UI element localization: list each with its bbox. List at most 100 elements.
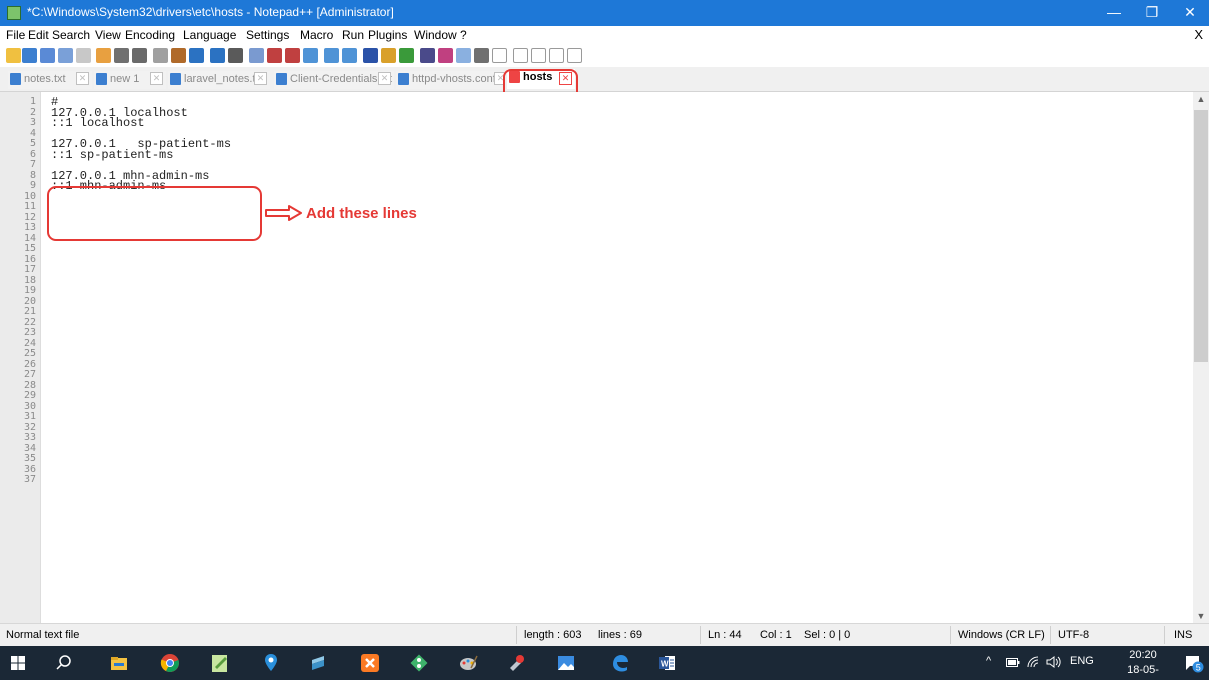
maps-icon[interactable]	[260, 652, 282, 674]
file-icon	[276, 73, 287, 85]
open-file-icon[interactable]	[22, 48, 37, 63]
tab-notes-txt[interactable]: notes.txt ✕	[8, 71, 92, 89]
clock-date: 18-05-2020	[1127, 664, 1159, 691]
file-icon	[10, 73, 21, 85]
status-file-type: Normal text file	[6, 629, 80, 641]
line-number: 34	[23, 442, 36, 454]
chrome-icon[interactable]	[159, 652, 181, 674]
tool-icon[interactable]	[506, 652, 528, 674]
battery-icon[interactable]	[1006, 657, 1020, 668]
doc-map-icon[interactable]	[420, 48, 435, 63]
notification-count: 5	[1196, 663, 1201, 673]
tab-close-icon[interactable]: ✕	[254, 72, 267, 85]
clock[interactable]: 20:20 18-05-2020	[1117, 648, 1169, 693]
tab-httpd-vhosts[interactable]: httpd-vhosts.conf ✕	[396, 71, 504, 89]
tab-bar: notes.txt ✕ new 1 ✕ laravel_notes.txt ✕ …	[0, 67, 1209, 92]
folder-workspace-icon[interactable]	[456, 48, 471, 63]
menu-language[interactable]: Language	[183, 28, 236, 42]
line-number: 19	[23, 285, 36, 296]
line-number: 17	[23, 264, 36, 275]
zoom-out-icon[interactable]	[285, 48, 300, 63]
vertical-scrollbar[interactable]: ▲ ▼	[1193, 92, 1209, 623]
tab-close-icon[interactable]: ✕	[76, 72, 89, 85]
edge-icon[interactable]	[609, 652, 631, 674]
photos-icon[interactable]	[555, 652, 577, 674]
windows-start-icon[interactable]	[7, 652, 29, 674]
menu-view[interactable]: View	[95, 28, 121, 42]
code-line[interactable]: ::1 sp-patient-ms	[51, 148, 173, 162]
run-macro-multi-icon[interactable]	[549, 48, 564, 63]
sync-h-icon[interactable]	[324, 48, 339, 63]
menu-search[interactable]: Search	[52, 28, 90, 42]
menu-macro[interactable]: Macro	[300, 28, 333, 42]
zoom-in-icon[interactable]	[267, 48, 282, 63]
menu-run[interactable]: Run	[342, 28, 364, 42]
record-macro-icon[interactable]	[492, 48, 507, 63]
word-wrap-icon[interactable]	[342, 48, 357, 63]
maximize-button[interactable]: ❐	[1133, 0, 1171, 26]
stop-macro-icon[interactable]	[513, 48, 528, 63]
print-icon[interactable]	[114, 48, 129, 63]
menu-file[interactable]: File	[6, 28, 25, 42]
code-line[interactable]: ::1 localhost	[51, 116, 145, 130]
close-window-button[interactable]: ✕	[1171, 0, 1209, 26]
tab-new-1[interactable]: new 1 ✕	[94, 71, 166, 89]
search-icon[interactable]	[53, 652, 75, 674]
close-document-button[interactable]: X	[1194, 27, 1203, 42]
notification-center-icon[interactable]: 5	[1184, 655, 1204, 673]
notepadpp-icon[interactable]	[209, 652, 231, 674]
wifi-icon[interactable]	[1026, 655, 1040, 669]
line-number: 7	[29, 159, 36, 170]
find-icon[interactable]	[228, 48, 243, 63]
minimize-button[interactable]: —	[1095, 0, 1133, 26]
play-macro-icon[interactable]	[531, 48, 546, 63]
line-number: 26	[23, 358, 36, 370]
tray-chevron-icon[interactable]: ^	[986, 655, 991, 667]
volume-icon[interactable]	[1046, 655, 1062, 669]
save-all-icon[interactable]	[58, 48, 73, 63]
menu-plugins[interactable]: Plugins	[368, 28, 407, 42]
save-icon[interactable]	[40, 48, 55, 63]
undo-icon[interactable]	[189, 48, 204, 63]
close-icon[interactable]	[76, 48, 91, 63]
udl-icon[interactable]	[399, 48, 414, 63]
file-explorer-icon[interactable]	[108, 652, 130, 674]
close-all-icon[interactable]	[96, 48, 111, 63]
word-icon[interactable]: W	[656, 652, 678, 674]
paste-icon[interactable]	[171, 48, 186, 63]
status-separator	[1050, 626, 1051, 644]
line-number: 23	[23, 327, 36, 338]
all-chars-icon[interactable]	[363, 48, 378, 63]
menu-settings[interactable]: Settings	[246, 28, 289, 42]
scroll-down-icon[interactable]: ▼	[1193, 609, 1209, 623]
editor-area[interactable]: 1 2 3 4 5 6 7 8 9 10 11 12 13 14 15 16 17 18 19 20 21 22 23 24 2…	[0, 92, 1193, 623]
cut-icon[interactable]	[132, 48, 147, 63]
line-number: 29	[23, 390, 36, 401]
new-file-icon[interactable]	[6, 48, 21, 63]
tab-close-icon[interactable]: ✕	[378, 72, 391, 85]
save-macro-icon[interactable]	[567, 48, 582, 63]
language-indicator[interactable]: ENG	[1070, 655, 1094, 667]
tab-close-icon[interactable]: ✕	[150, 72, 163, 85]
line-number: 3	[29, 117, 36, 128]
redo-icon[interactable]	[210, 48, 225, 63]
tab-client-credentials[interactable]: Client-Credentials.txt ✕	[274, 71, 394, 89]
sublime-icon[interactable]	[307, 652, 329, 674]
function-list-icon[interactable]	[438, 48, 453, 63]
paint-icon[interactable]	[457, 652, 479, 674]
scroll-thumb[interactable]	[1194, 110, 1208, 362]
monitor-icon[interactable]	[474, 48, 489, 63]
menu-help[interactable]: ?	[460, 28, 467, 42]
menu-window[interactable]: Window	[414, 28, 457, 42]
menu-encoding[interactable]: Encoding	[125, 28, 175, 42]
menu-edit[interactable]: Edit	[28, 28, 49, 42]
sync-v-icon[interactable]	[303, 48, 318, 63]
tab-laravel-notes[interactable]: laravel_notes.txt ✕	[168, 71, 270, 89]
git-icon[interactable]	[408, 652, 430, 674]
replace-icon[interactable]	[249, 48, 264, 63]
xampp-icon[interactable]	[359, 652, 381, 674]
copy-icon[interactable]	[153, 48, 168, 63]
status-bar: Normal text file length : 603 lines : 69…	[0, 623, 1209, 647]
scroll-up-icon[interactable]: ▲	[1193, 92, 1209, 106]
indent-guide-icon[interactable]	[381, 48, 396, 63]
